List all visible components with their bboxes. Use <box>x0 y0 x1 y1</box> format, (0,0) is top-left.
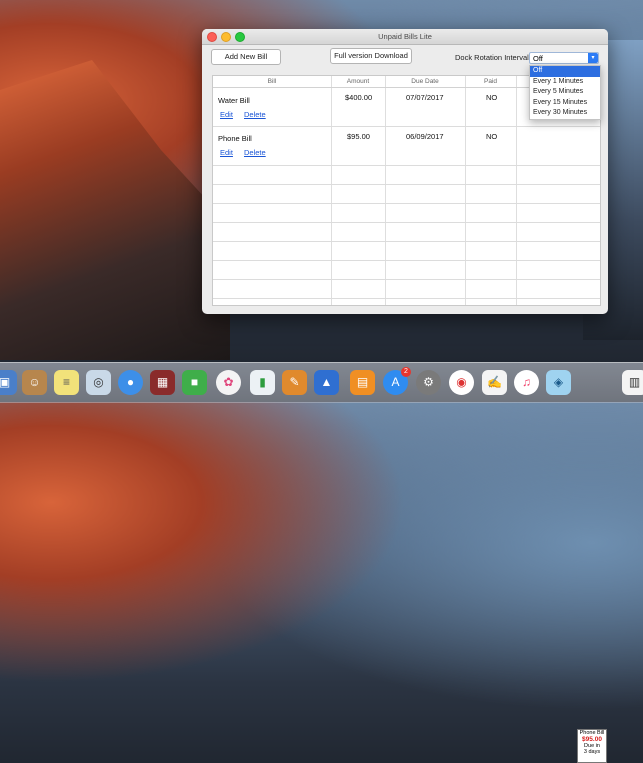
bill-name: Water Bill <box>218 96 250 105</box>
bill-name: Phone Bill <box>218 134 252 143</box>
pages-icon[interactable]: ✎ <box>282 370 307 395</box>
empty-row <box>213 185 600 204</box>
bill-due-date: 07/07/2017 <box>406 93 444 102</box>
empty-row <box>213 204 600 223</box>
empty-row <box>213 280 600 299</box>
delete-link[interactable]: Delete <box>244 148 266 157</box>
unpaid-bills-app-icon[interactable]: ◈ <box>546 370 571 395</box>
widget-title: Phone Bill <box>579 730 605 736</box>
messages-icon[interactable]: ● <box>118 370 143 395</box>
ibooks-icon[interactable]: ▤ <box>350 370 375 395</box>
maximize-button[interactable] <box>235 32 245 42</box>
dropdown-option-1-min[interactable]: Every 1 Minutes <box>530 77 600 88</box>
dropdown-option-5-min[interactable]: Every 5 Minutes <box>530 87 600 98</box>
dropdown-option-15-min[interactable]: Every 15 Minutes <box>530 98 600 109</box>
dropdown-option-off[interactable]: Off <box>530 66 600 77</box>
bill-due-date: 06/09/2017 <box>406 132 444 141</box>
header-paid[interactable]: Paid <box>465 76 516 87</box>
bill-paid: NO <box>486 132 498 141</box>
numbers-icon[interactable]: ▮ <box>250 370 275 395</box>
chrome-icon[interactable]: ◉ <box>449 370 474 395</box>
app-window: Unpaid Bills Lite Add New Bill Full vers… <box>202 29 608 314</box>
edit-link[interactable]: Edit <box>220 148 233 157</box>
empty-row <box>213 261 600 280</box>
table-row[interactable]: Phone Bill Edit Delete $95.00 06/09/2017… <box>213 127 600 166</box>
dock-rotation-selected-value: Off <box>533 54 543 63</box>
bill-amount: $95.00 <box>347 132 370 141</box>
edit-link[interactable]: Edit <box>220 110 233 119</box>
contacts-icon[interactable]: ☺ <box>22 370 47 395</box>
system-preferences-icon[interactable]: ⚙ <box>416 370 441 395</box>
add-new-bill-button[interactable]: Add New Bill <box>211 49 281 65</box>
textedit-icon[interactable]: ✍ <box>482 370 507 395</box>
bill-amount: $400.00 <box>345 93 373 102</box>
photo-booth-icon[interactable]: ▦ <box>150 370 175 395</box>
dock: ▣ ☺ ≡ ◎ ● ▦ ■ ✿ ▮ ✎ ▲ ▤ A 2 ⚙ ◉ ✍ ♫ ◈ Ph… <box>0 362 643 763</box>
header-due-date[interactable]: Due Date <box>385 76 465 87</box>
dropdown-option-30-min[interactable]: Every 30 Minutes <box>530 108 600 119</box>
preview-icon[interactable]: ▣ <box>0 370 17 395</box>
delete-link[interactable]: Delete <box>244 110 266 119</box>
photos-icon[interactable]: ✿ <box>216 370 241 395</box>
dock-rotation-dropdown: Off Every 1 Minutes Every 5 Minutes Ever… <box>529 65 601 120</box>
notes-icon[interactable]: ≡ <box>54 370 79 395</box>
empty-row <box>213 166 600 185</box>
notification-badge: 2 <box>401 367 411 377</box>
desktop-wallpaper-mountain <box>0 60 230 360</box>
keynote-icon[interactable]: ▲ <box>314 370 339 395</box>
header-amount[interactable]: Amount <box>331 76 385 87</box>
header-bill[interactable]: Bill <box>213 76 331 87</box>
close-button[interactable] <box>207 32 217 42</box>
widget-due-line2: 3 days <box>583 749 601 755</box>
trash-icon[interactable]: ▥ <box>622 370 643 395</box>
empty-row <box>213 242 600 261</box>
preview-app-icon[interactable]: ◎ <box>86 370 111 395</box>
titlebar[interactable]: Unpaid Bills Lite <box>202 29 608 45</box>
empty-row <box>213 223 600 242</box>
bill-paid: NO <box>486 93 498 102</box>
unpaid-bills-dock-widget[interactable]: Phone Bill $95.00 Due in 3 days <box>577 729 607 763</box>
full-version-download-button[interactable]: Full version Download <box>330 48 412 64</box>
window-title: Unpaid Bills Lite <box>378 32 432 41</box>
facetime-icon[interactable]: ■ <box>182 370 207 395</box>
traffic-lights <box>207 32 245 42</box>
app-store-icon[interactable]: A 2 <box>383 367 411 395</box>
chevron-down-icon[interactable]: ▾ <box>588 53 598 63</box>
itunes-icon[interactable]: ♫ <box>514 370 539 395</box>
dock-rotation-select[interactable]: Off ▾ <box>529 52 599 64</box>
minimize-button[interactable] <box>221 32 231 42</box>
dock-rotation-label: Dock Rotation Interval: <box>455 53 531 62</box>
